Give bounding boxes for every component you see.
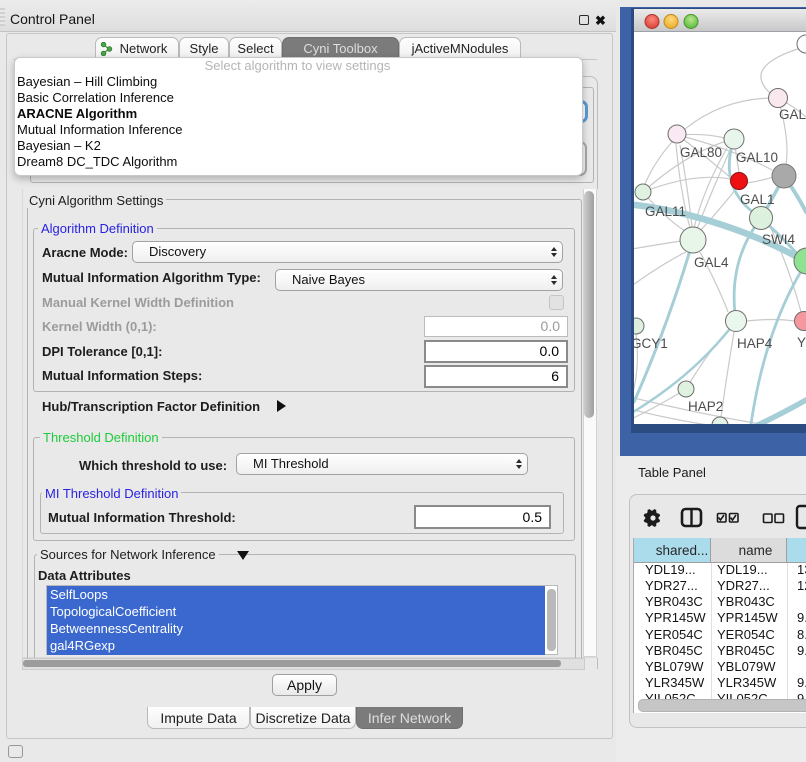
svg-text:GCY1: GCY1 [631,336,668,351]
svg-text:SWI4: SWI4 [762,232,795,247]
svg-text:GAL1: GAL1 [740,192,775,207]
svg-text:GAL80: GAL80 [680,145,722,160]
svg-text:HAP4: HAP4 [737,336,773,351]
svg-text:GAL4: GAL4 [694,255,729,270]
svg-text:GAL10: GAL10 [736,150,778,165]
svg-text:HAP2: HAP2 [688,399,723,414]
svg-text:GAL11: GAL11 [645,204,686,219]
svg-text:Y: Y [797,335,806,350]
svg-text:GAL2: GAL2 [779,107,806,122]
